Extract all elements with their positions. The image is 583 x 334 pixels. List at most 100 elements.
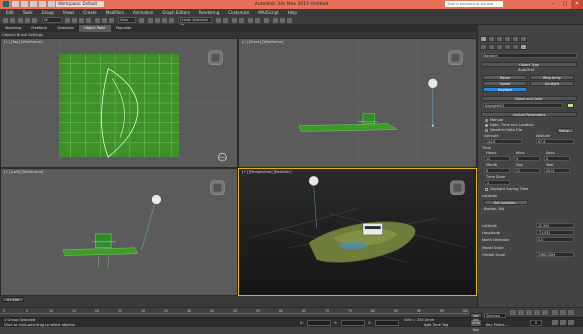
speed-button[interactable]: Speed: [483, 81, 527, 86]
hierarchy-tab-icon[interactable]: [496, 36, 503, 42]
z-coord-input[interactable]: [375, 320, 399, 326]
menu-tools[interactable]: Tools: [23, 9, 33, 16]
menu-animation[interactable]: Animation: [133, 9, 153, 16]
time-slider-thumb[interactable]: 0 / 100: [2, 297, 24, 302]
object-name-input[interactable]: Daylight001: [483, 103, 563, 108]
object-type-rollout[interactable]: Object Type: [481, 62, 577, 67]
create-tab-icon[interactable]: [480, 36, 487, 42]
next-frame-icon[interactable]: [534, 310, 540, 315]
maximize-viewport-icon[interactable]: [568, 320, 574, 325]
select-move-icon[interactable]: [95, 17, 100, 23]
percent-snap-icon[interactable]: [162, 17, 167, 23]
previous-frame-icon[interactable]: [518, 310, 524, 315]
render-production-icon[interactable]: [287, 17, 292, 23]
time-slider[interactable]: 0 / 100: [0, 296, 477, 307]
viewport-left[interactable]: [+] [Left] [Wireframe]: [0, 168, 238, 296]
weather-data-file-radio[interactable]: [485, 129, 488, 132]
close-button[interactable]: ✕: [571, 0, 583, 9]
minimize-button[interactable]: –: [547, 0, 559, 9]
go-to-start-icon[interactable]: [510, 310, 516, 315]
secs-input[interactable]: 0: [544, 156, 570, 161]
snaps-toggle-icon[interactable]: [148, 17, 153, 23]
viewport-label-front[interactable]: [+] [Front] [Wireframe]: [242, 40, 284, 44]
name-and-color-rollout[interactable]: Name and Color: [481, 96, 577, 101]
go-to-end-icon[interactable]: [542, 310, 548, 315]
ring-array-button[interactable]: Ring Array: [530, 75, 574, 80]
select-rotate-icon[interactable]: [102, 17, 107, 23]
selection-filter-dropdown[interactable]: All: [42, 17, 62, 23]
viewport-perspective[interactable]: [+] [Perspective] [Realistic]: [238, 168, 477, 296]
date-time-location-radio[interactable]: [485, 124, 488, 127]
helpers-icon[interactable]: [512, 44, 519, 50]
category-dropdown[interactable]: Standard: [481, 53, 577, 58]
systems-icon[interactable]: [520, 44, 527, 50]
y-coord-input[interactable]: [341, 320, 365, 326]
x-coord-input[interactable]: [307, 320, 331, 326]
lights-icon[interactable]: [496, 44, 503, 50]
pivot-center-icon[interactable]: [139, 17, 144, 23]
orbital-scale-input[interactable]: 2968.2089: [536, 252, 574, 257]
viewport-label-left[interactable]: [+] [Left] [Wireframe]: [4, 170, 43, 174]
align-icon[interactable]: [223, 17, 228, 23]
menu-customize[interactable]: Customize: [228, 9, 249, 16]
geometry-icon[interactable]: [480, 44, 487, 50]
menu-help[interactable]: Help: [288, 9, 297, 16]
control-parameters-rollout[interactable]: Control Parameters: [481, 112, 577, 117]
reference-coordinate-dropdown[interactable]: View: [118, 17, 136, 23]
render-setup-icon[interactable]: [273, 17, 278, 23]
display-tab-icon[interactable]: [512, 36, 519, 42]
schematic-view-icon[interactable]: [255, 17, 260, 23]
latitude-input[interactable]: 42.355: [536, 223, 574, 228]
menu-modifiers[interactable]: Modifiers: [106, 9, 124, 16]
menu-graph-editors[interactable]: Graph Editors: [162, 9, 189, 16]
longitude-input[interactable]: -71.052: [536, 230, 574, 235]
daylight-button[interactable]: Daylight: [483, 87, 527, 92]
zoom-icon[interactable]: [552, 310, 558, 315]
select-scale-icon[interactable]: [109, 17, 114, 23]
add-time-tag-button[interactable]: Add Time Tag: [424, 320, 448, 330]
pan-icon[interactable]: [552, 320, 558, 325]
object-color-swatch[interactable]: [567, 103, 574, 108]
link-icon[interactable]: [18, 17, 23, 23]
select-object-icon[interactable]: [65, 17, 70, 23]
window-crossing-icon[interactable]: [86, 17, 91, 23]
layer-explorer-icon[interactable]: [239, 17, 244, 23]
hours-input[interactable]: 12: [484, 156, 510, 161]
setup-button[interactable]: Setup...: [557, 128, 574, 133]
key-mode-dropdown[interactable]: Selected: [484, 313, 506, 318]
day-input[interactable]: 21: [514, 168, 540, 173]
autogrid-checkbox[interactable]: AutoGrid: [518, 68, 534, 72]
tab-freeform[interactable]: Freeform: [26, 25, 52, 32]
north-direction-input[interactable]: 0.0: [536, 237, 574, 242]
mins-input[interactable]: 0: [514, 156, 540, 161]
angle-snap-icon[interactable]: [155, 17, 160, 23]
zoom-extents-icon[interactable]: [568, 310, 574, 315]
set-key-button[interactable]: Set Key: [470, 313, 482, 322]
biped-button[interactable]: Biped: [483, 75, 527, 80]
mirror-icon[interactable]: [216, 17, 221, 23]
tab-selection[interactable]: Selection: [52, 25, 79, 32]
search-input[interactable]: Type a keyword or phrase: [445, 1, 503, 7]
rendered-frame-window-icon[interactable]: [280, 17, 285, 23]
rectangular-selection-icon[interactable]: [79, 17, 84, 23]
bind-space-warp-icon[interactable]: [32, 17, 37, 23]
redo-icon[interactable]: [10, 17, 15, 23]
menu-maxscript[interactable]: MAXScript: [258, 9, 279, 16]
daylight-saving-checkbox[interactable]: [485, 188, 488, 191]
unlink-icon[interactable]: [25, 17, 30, 23]
spinner-snap-icon[interactable]: [169, 17, 174, 23]
month-input[interactable]: 6: [484, 168, 510, 173]
scene-explorer-icon[interactable]: [232, 17, 237, 23]
manual-radio[interactable]: [485, 119, 488, 122]
maximize-button[interactable]: □: [559, 0, 571, 9]
get-location-button[interactable]: Get Location...: [484, 200, 528, 205]
viewport-front[interactable]: [+] [Front] [Wireframe]: [238, 38, 477, 168]
undo-icon[interactable]: [3, 17, 8, 23]
material-editor-icon[interactable]: [264, 17, 269, 23]
year-input[interactable]: 2014: [544, 168, 570, 173]
utilities-tab-icon[interactable]: [520, 36, 527, 42]
tab-populate[interactable]: Populate: [111, 25, 137, 32]
modify-tab-icon[interactable]: [488, 36, 495, 42]
menu-create[interactable]: Create: [83, 9, 96, 16]
viewport-top[interactable]: [+] [Top] [Wireframe]: [0, 38, 238, 168]
